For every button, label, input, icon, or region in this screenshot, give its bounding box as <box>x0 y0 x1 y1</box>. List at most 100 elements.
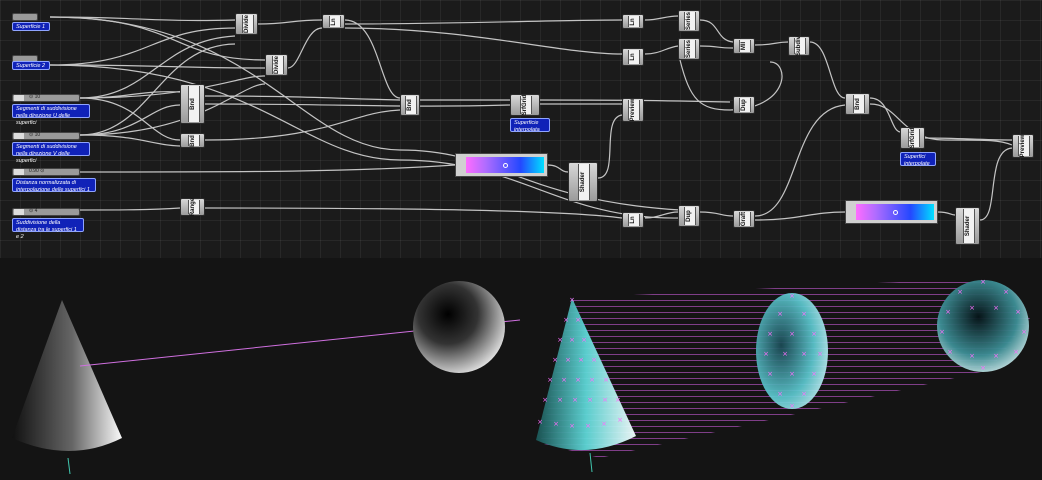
wire <box>754 104 846 217</box>
slider-distance-value: 0.90 ⊙ <box>29 168 45 174</box>
svg-text:×: × <box>581 336 587 344</box>
wire <box>699 45 734 49</box>
divide-component-2[interactable]: Divide <box>265 54 288 76</box>
svg-text:×: × <box>552 356 558 364</box>
wire <box>79 104 181 136</box>
srfgrid-component-2[interactable]: SrfGrid <box>900 127 925 149</box>
gradient-bar[interactable] <box>856 204 934 220</box>
component-label: Preview <box>630 98 636 122</box>
svg-text:×: × <box>569 296 575 304</box>
series-component-2[interactable]: Series <box>678 38 700 60</box>
component-label: Graft <box>741 211 747 227</box>
wire <box>49 16 266 61</box>
svg-text:×: × <box>957 288 963 296</box>
viewport-scene: × × × × × × × × × × × × × × × × × × × × × × × × × × × × × × × × ×… <box>12 278 1030 475</box>
gradient-knob[interactable] <box>503 163 508 168</box>
sphere-shape-left <box>413 281 505 373</box>
preview-component-2[interactable]: Preview <box>1012 134 1034 158</box>
slider-interp-distance[interactable]: 0.90 ⊙ <box>12 168 80 176</box>
rhino-viewport[interactable]: × × × × × × × × × × × × × × × × × × × × × × × × × × × × × × × × ×… <box>0 258 1042 480</box>
svg-text:×: × <box>993 352 999 360</box>
slider-tag <box>14 169 24 175</box>
svg-text:×: × <box>801 350 807 358</box>
preview-component-1[interactable]: Preview <box>622 98 644 122</box>
svg-text:×: × <box>811 370 817 378</box>
multiply-component[interactable]: Mll <box>733 38 755 54</box>
gradient-bar[interactable] <box>466 157 544 173</box>
slider-v-segments[interactable]: ⊙ 10 <box>12 132 80 140</box>
shader-component-1[interactable]: Shader <box>568 162 598 202</box>
component-label: Dup <box>686 210 692 222</box>
wire <box>344 19 401 99</box>
panel-distance-text: Distanza normalizzata di interpolazione … <box>16 180 90 193</box>
svg-text:×: × <box>575 316 581 324</box>
component-label: Dup <box>741 99 747 111</box>
wire <box>754 211 846 221</box>
component-label: Bnd <box>189 134 196 147</box>
surface-param-1[interactable] <box>12 13 38 21</box>
svg-text:×: × <box>782 350 788 358</box>
grasshopper-canvas[interactable]: Superficie 1 Superficie 2 ⊙ 10 Segmenti … <box>0 0 1042 258</box>
wire <box>287 27 323 69</box>
panel-v-segments: Segmenti di suddivisione nella direzione… <box>12 142 90 164</box>
wire <box>79 164 456 173</box>
wire <box>344 27 623 55</box>
svg-text:×: × <box>801 390 807 398</box>
wire <box>754 41 789 46</box>
label-interp-surface: Superficie interpolata <box>510 118 550 133</box>
component-label: Shader <box>580 171 586 193</box>
sphere-shape-right <box>937 280 1029 372</box>
graft-component[interactable]: Graft <box>733 210 755 228</box>
dup-component-1[interactable]: Dup <box>733 96 755 114</box>
bounds-component-2[interactable]: Bnd <box>180 133 205 148</box>
svg-text:×: × <box>1013 348 1019 356</box>
line-component-3[interactable]: Ln <box>622 48 644 66</box>
svg-text:×: × <box>1015 308 1021 316</box>
component-label: Series <box>686 39 692 59</box>
wire <box>869 97 901 133</box>
component-label: Bnd <box>407 99 413 111</box>
panel-interp-distance: Distanza normalizzata di interpolazione … <box>12 178 96 193</box>
svg-text:×: × <box>789 370 795 378</box>
wire <box>699 19 734 43</box>
label-surface-2: Superficie 2 <box>12 61 50 70</box>
line-component-4[interactable]: Ln <box>622 212 644 228</box>
line-component-1[interactable]: Ln <box>322 14 345 29</box>
svg-text:×: × <box>561 376 567 384</box>
slider-subdivision[interactable]: ⊙ 4 <box>12 208 80 216</box>
wire <box>204 207 623 219</box>
component-label: Ln <box>630 17 636 26</box>
svg-text:×: × <box>602 396 608 404</box>
range-component[interactable]: Range <box>180 198 205 216</box>
bounds-component-4[interactable]: Bnd <box>845 93 870 115</box>
dup-component-2[interactable]: Dup <box>678 205 700 227</box>
gradient-component-1[interactable] <box>455 153 548 177</box>
svg-text:×: × <box>945 308 951 316</box>
shader-component-2[interactable]: Shader <box>955 207 980 245</box>
bounds-component-3[interactable]: Bnd <box>400 94 420 116</box>
line-component-2[interactable]: Ln <box>622 14 644 29</box>
component-label: SrfGrid <box>522 94 528 116</box>
wire <box>204 109 401 141</box>
svg-text:×: × <box>767 370 773 378</box>
slider-v-value: ⊙ 10 <box>29 132 41 138</box>
svg-text:×: × <box>553 420 559 428</box>
svg-text:×: × <box>763 350 769 358</box>
slider-u-segments[interactable]: ⊙ 10 <box>12 94 80 102</box>
wire <box>547 164 569 173</box>
series-component-1[interactable]: Series <box>678 10 700 32</box>
gradient-knob[interactable] <box>893 210 898 215</box>
bounds-component-1[interactable]: Bnd <box>180 84 205 124</box>
subdiv-component[interactable]: Subdiv <box>788 36 810 56</box>
svg-text:×: × <box>980 278 986 286</box>
svg-text:×: × <box>591 356 597 364</box>
slider-tag <box>14 209 24 215</box>
component-label: Divide <box>273 55 280 75</box>
svg-text:×: × <box>1021 328 1027 336</box>
gradient-component-2[interactable] <box>845 200 938 224</box>
label-interp-surface-text: Superficie interpolata <box>514 120 540 133</box>
svg-text:×: × <box>615 396 621 404</box>
divide-component-1[interactable]: Divide <box>235 13 258 35</box>
srfgrid-component-1[interactable]: SrfGrid <box>510 94 540 116</box>
svg-text:×: × <box>789 292 795 300</box>
